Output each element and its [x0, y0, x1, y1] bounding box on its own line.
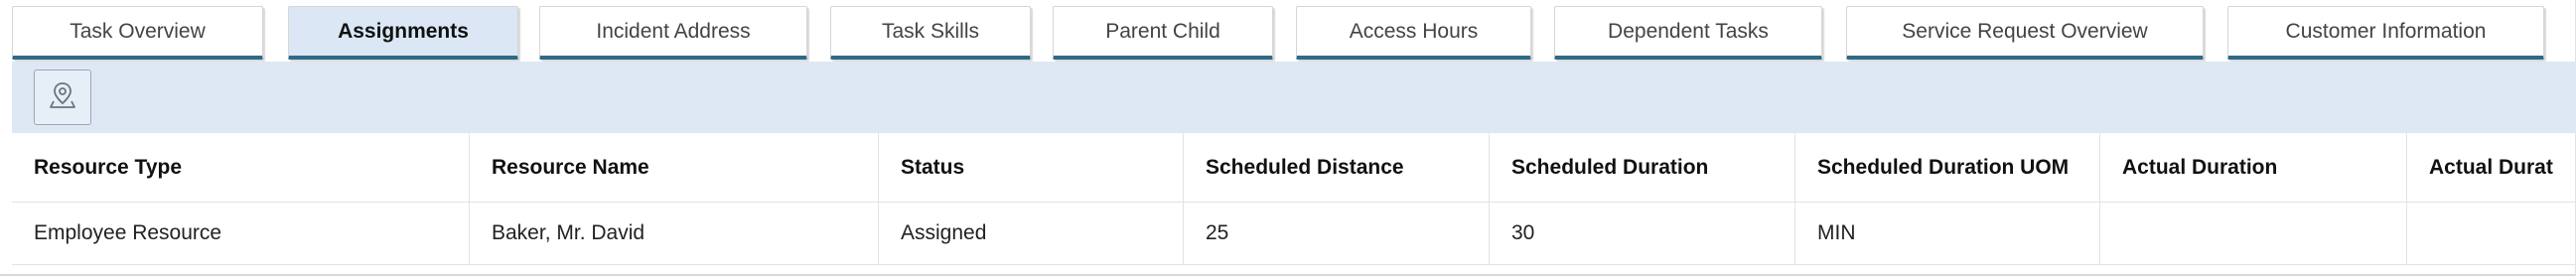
tab-task-skills[interactable]: Task Skills	[830, 6, 1031, 60]
table-row[interactable]: Employee Resource Baker, Mr. David Assig…	[12, 203, 2576, 265]
cell-resource-name: Baker, Mr. David	[470, 203, 879, 264]
cell-status: Assigned	[879, 203, 1184, 264]
cell-scheduled-duration-uom: MIN	[1795, 203, 2100, 264]
column-header-resource-type[interactable]: Resource Type	[12, 133, 470, 202]
column-header-actual-duration-uom[interactable]: Actual Durat	[2407, 133, 2576, 202]
column-header-status[interactable]: Status	[879, 133, 1184, 202]
column-header-resource-name[interactable]: Resource Name	[470, 133, 879, 202]
cell-resource-type: Employee Resource	[12, 203, 470, 264]
column-header-scheduled-duration[interactable]: Scheduled Duration	[1490, 133, 1795, 202]
tab-incident-address[interactable]: Incident Address	[539, 6, 807, 60]
cell-scheduled-duration: 30	[1490, 203, 1795, 264]
cell-actual-duration	[2100, 203, 2407, 264]
assignments-panel: Task Overview Assignments Incident Addre…	[0, 0, 2576, 276]
column-header-scheduled-distance[interactable]: Scheduled Distance	[1184, 133, 1490, 202]
tab-assignments[interactable]: Assignments	[288, 6, 518, 60]
tab-dependent-tasks[interactable]: Dependent Tasks	[1554, 6, 1822, 60]
tab-task-overview[interactable]: Task Overview	[12, 6, 263, 60]
assignments-table: Resource Type Resource Name Status Sched…	[12, 133, 2576, 265]
map-pin-icon	[48, 80, 77, 115]
tab-parent-child[interactable]: Parent Child	[1053, 6, 1273, 60]
column-header-scheduled-duration-uom[interactable]: Scheduled Duration UOM	[1795, 133, 2100, 202]
assignments-toolbar	[12, 62, 2576, 133]
tab-bar: Task Overview Assignments Incident Addre…	[0, 0, 2576, 62]
column-header-actual-duration[interactable]: Actual Duration	[2100, 133, 2407, 202]
tab-customer-information[interactable]: Customer Information	[2227, 6, 2544, 60]
tab-service-request-overview[interactable]: Service Request Overview	[1846, 6, 2204, 60]
tab-access-hours[interactable]: Access Hours	[1296, 6, 1531, 60]
map-view-button[interactable]	[34, 70, 91, 125]
cell-scheduled-distance: 25	[1184, 203, 1490, 264]
table-header-row: Resource Type Resource Name Status Sched…	[12, 133, 2576, 203]
cell-actual-duration-uom	[2407, 203, 2576, 264]
